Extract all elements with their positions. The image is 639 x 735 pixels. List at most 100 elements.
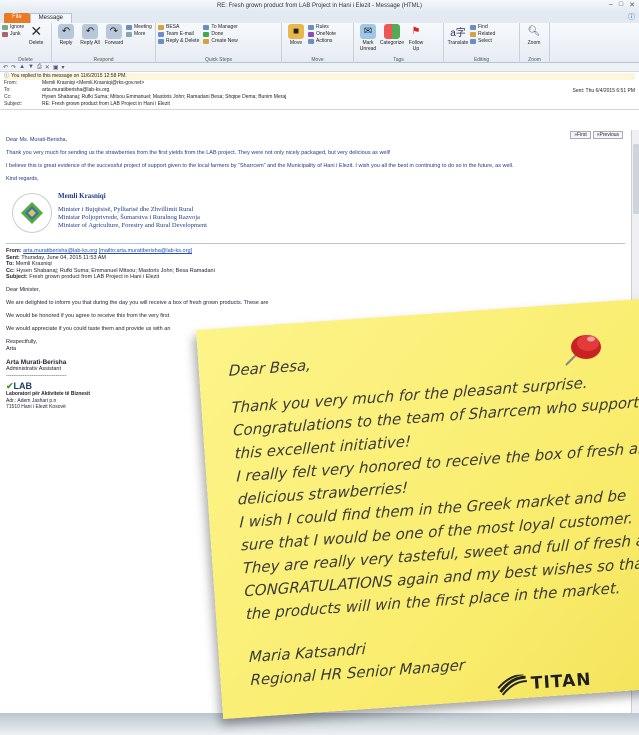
folder-icon: ■ — [288, 24, 304, 39]
rules-button[interactable]: Rules — [308, 24, 336, 31]
envelope-icon: ✉ — [360, 24, 376, 39]
quoted-greeting: Dear Minister, — [6, 286, 40, 293]
from-value[interactable]: Memli Krasniqi <Memli.Krasniqi@rks-gov.n… — [42, 80, 144, 87]
signature: Memli Krasniqi Minister i Bujqësisë, Pyl… — [12, 193, 625, 233]
subject-label: Subject: — [4, 101, 23, 107]
quickstep-reply-delete[interactable]: Reply & Delete — [158, 38, 199, 45]
to-label: To: — [4, 87, 11, 93]
ribbon: Ignore Junk ✕ Delete Delete ↶ Reply ↶ Reply… — [0, 23, 639, 63]
onenote-button[interactable]: OneNote — [308, 31, 336, 38]
quoted-subject: Fresh grown product from LAB Project in … — [29, 274, 160, 280]
move-button[interactable]: ■ Move — [285, 24, 307, 46]
quick-access-toolbar: ↶ ↷ ▲ ▼ ⎙ ✕ ▣ ▾ — [0, 63, 639, 72]
find-button[interactable]: Find — [470, 24, 495, 31]
subject-value: RE: Fresh grown product from LAB Project… — [42, 101, 170, 107]
titan-swoosh-icon — [497, 674, 527, 696]
tab-file[interactable]: File — [4, 13, 30, 23]
customize-icon[interactable]: ▾ — [61, 64, 64, 71]
message-header: ⓘ You replied to this message on 11/6/201… — [0, 72, 639, 110]
reply-all-icon: ↶ — [82, 24, 98, 39]
actions-button[interactable]: Actions — [308, 38, 336, 45]
quote-divider — [6, 243, 625, 244]
print-icon[interactable]: ⎙ — [37, 64, 42, 71]
quickstep-team-email[interactable]: Team E-mail — [158, 31, 199, 38]
signature-line-2: Ministar Poljoprivrede, Šumarstva i Rura… — [58, 214, 200, 221]
translate-icon: a字 — [450, 28, 466, 39]
reply-icon: ↶ — [58, 24, 74, 39]
scrollbar-thumb[interactable] — [633, 144, 639, 214]
related-button[interactable]: Related — [470, 31, 495, 38]
group-label-delete: Delete — [18, 57, 33, 63]
body-greeting: Dear Ms. Murati-Berisha, — [6, 137, 68, 143]
follow-up-button[interactable]: ⚑ Follow Up — [405, 24, 427, 52]
quoted-header: From: arta.muratiberisha@lab-ks.org [mai… — [6, 248, 215, 280]
cc-value[interactable]: Hysen Shabanaj; Rufki Suma; Mitsou Emman… — [42, 94, 286, 101]
ignore-button[interactable]: Ignore — [2, 24, 24, 31]
select-button[interactable]: Select — [470, 38, 495, 45]
quickstep-to-manager[interactable]: To Manager — [203, 24, 238, 31]
translate-button[interactable]: a字 Translate — [447, 24, 469, 46]
up-arrow-icon[interactable]: ▲ — [19, 64, 25, 70]
to-value[interactable]: arta.muratiberisha@lab-ks.org — [42, 87, 109, 94]
group-tags: ✉ Mark Unread Categorize ⚑ Follow Up Tags — [354, 23, 444, 63]
quoted-cc: Hysen Shabanaj; Rufki Suma; Emmanuel Mit… — [16, 267, 215, 274]
categorize-icon — [384, 24, 400, 39]
down-arrow-icon[interactable]: ▼ — [28, 64, 34, 70]
quickstep-besa[interactable]: BESA — [158, 24, 199, 31]
zoom-button[interactable]: 🔍︎ Zoom — [523, 24, 545, 46]
forward-button[interactable]: ↷ Forward — [103, 24, 125, 46]
push-pin-icon — [562, 325, 606, 369]
mark-unread-button[interactable]: ✉ Mark Unread — [357, 24, 379, 52]
signature-line-3: Minister of Agriculture, Forestry and Ru… — [58, 222, 207, 229]
ministry-logo — [12, 193, 52, 233]
reply-all-button[interactable]: ↶ Reply All — [79, 24, 101, 46]
delete-icon[interactable]: ✕ — [45, 64, 50, 71]
cc-label: Cc: — [4, 94, 12, 100]
title-bar: RE: Fresh grown product from LAB Project… — [0, 0, 639, 12]
delete-x-icon: ✕ — [30, 23, 43, 39]
group-respond: ↶ Reply ↶ Reply All ↷ Forward Meeting More … — [52, 23, 156, 63]
maximize-icon[interactable]: □ — [619, 1, 623, 9]
info-icon: ⓘ — [4, 73, 10, 79]
undo-icon[interactable]: ↶ — [3, 64, 8, 71]
group-label-tags: Tags — [393, 57, 404, 63]
group-delete: Ignore Junk ✕ Delete Delete — [0, 23, 52, 63]
signature-name: Memli Krasniqi — [58, 192, 106, 200]
forward-icon: ↷ — [106, 24, 122, 39]
quoted-sent: Thursday, June 04, 2015 11:53 AM — [21, 254, 106, 261]
background-bottom — [0, 713, 639, 735]
group-move: ■ Move Rules OneNote Actions Move — [282, 23, 354, 63]
quickstep-done[interactable]: Done — [203, 31, 237, 38]
close-icon[interactable]: ✕ — [629, 1, 635, 9]
reply-info-bar[interactable]: ⓘ You replied to this message on 11/6/201… — [4, 73, 635, 80]
titan-brand: TITAN — [530, 669, 593, 694]
reply-button[interactable]: ↶ Reply — [55, 24, 77, 46]
body-paragraph-1: Thank you very much for sending us the s… — [6, 150, 391, 156]
save-icon[interactable]: ▣ — [53, 64, 59, 71]
redo-icon[interactable]: ↷ — [11, 64, 16, 71]
categorize-button[interactable]: Categorize — [380, 24, 404, 52]
group-editing: a字 Translate Find Related Select Editing — [444, 23, 520, 63]
minimize-icon[interactable]: – — [609, 1, 613, 9]
group-zoom: 🔍︎ Zoom Zoom — [520, 23, 550, 63]
quoted-mailto-link[interactable]: [mailto:arta.muratiberisha@lab-ks.org] — [99, 248, 192, 254]
more-button[interactable]: More — [126, 31, 152, 38]
group-label-quick-steps: Quick Steps — [205, 57, 232, 63]
quickstep-create-new[interactable]: Create New — [203, 38, 238, 45]
junk-button[interactable]: Junk — [2, 31, 24, 38]
group-label-zoom: Zoom — [528, 57, 541, 63]
group-label-move: Move — [311, 57, 324, 63]
group-label-respond: Respond — [93, 57, 114, 63]
from-label: From: — [4, 80, 18, 86]
flag-icon: ⚑ — [411, 26, 421, 37]
help-icon[interactable]: ⓘ — [628, 12, 635, 22]
sent-date: Sent: Thu 6/4/2015 6:51 PM — [572, 88, 635, 94]
delete-button[interactable]: ✕ Delete — [25, 23, 47, 46]
ribbon-tabs: File Message ⓘ — [0, 12, 639, 23]
meeting-button[interactable]: Meeting — [126, 24, 152, 31]
tab-message[interactable]: Message — [29, 13, 73, 23]
group-quick-steps: BESA Team E-mail Reply & Delete To Manag… — [156, 23, 282, 63]
body-regards: Kind regards, — [6, 176, 39, 182]
quoted-from-link[interactable]: arta.muratiberisha@lab-ks.org — [23, 248, 97, 254]
magnifier-icon: 🔍︎ — [527, 26, 541, 37]
